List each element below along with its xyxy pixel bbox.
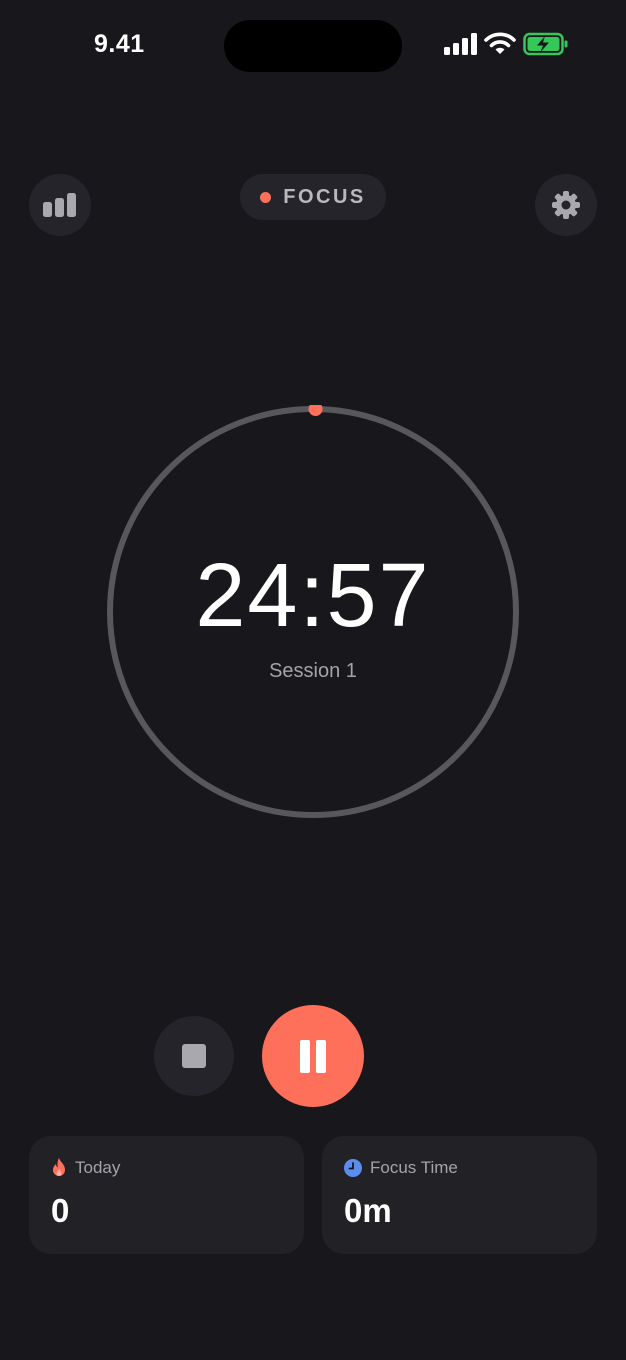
flame-icon	[53, 1158, 65, 1176]
stop-button[interactable]	[154, 1016, 234, 1096]
mode-status-dot	[260, 191, 272, 203]
today-label: Today	[75, 1158, 121, 1177]
gear-icon	[552, 191, 580, 219]
status-time: 9.41	[94, 30, 145, 58]
timer-progress-marker[interactable]	[308, 405, 323, 417]
focus-time-card: Focus Time 0m	[322, 1136, 597, 1254]
clock-icon	[344, 1159, 362, 1177]
settings-button[interactable]	[535, 174, 597, 236]
timer-display: 24:57	[195, 546, 431, 646]
dynamic-island	[224, 20, 402, 72]
stats-button[interactable]	[29, 174, 91, 236]
focus-time-value: 0m	[344, 1192, 392, 1229]
battery-charging-icon	[523, 32, 568, 56]
pause-button[interactable]	[262, 1005, 364, 1107]
session-label: Session 1	[269, 660, 357, 682]
mode-label: FOCUS	[283, 185, 366, 208]
wifi-icon	[484, 32, 516, 54]
mode-indicator[interactable]: FOCUS	[240, 174, 386, 220]
bar-chart-icon	[43, 193, 76, 217]
cellular-signal-icon	[444, 33, 477, 55]
focus-time-label: Focus Time	[370, 1158, 458, 1177]
pause-icon	[297, 1039, 329, 1073]
today-sessions-card: Today 0	[29, 1136, 304, 1254]
today-value: 0	[51, 1192, 70, 1229]
stop-icon	[182, 1044, 206, 1068]
